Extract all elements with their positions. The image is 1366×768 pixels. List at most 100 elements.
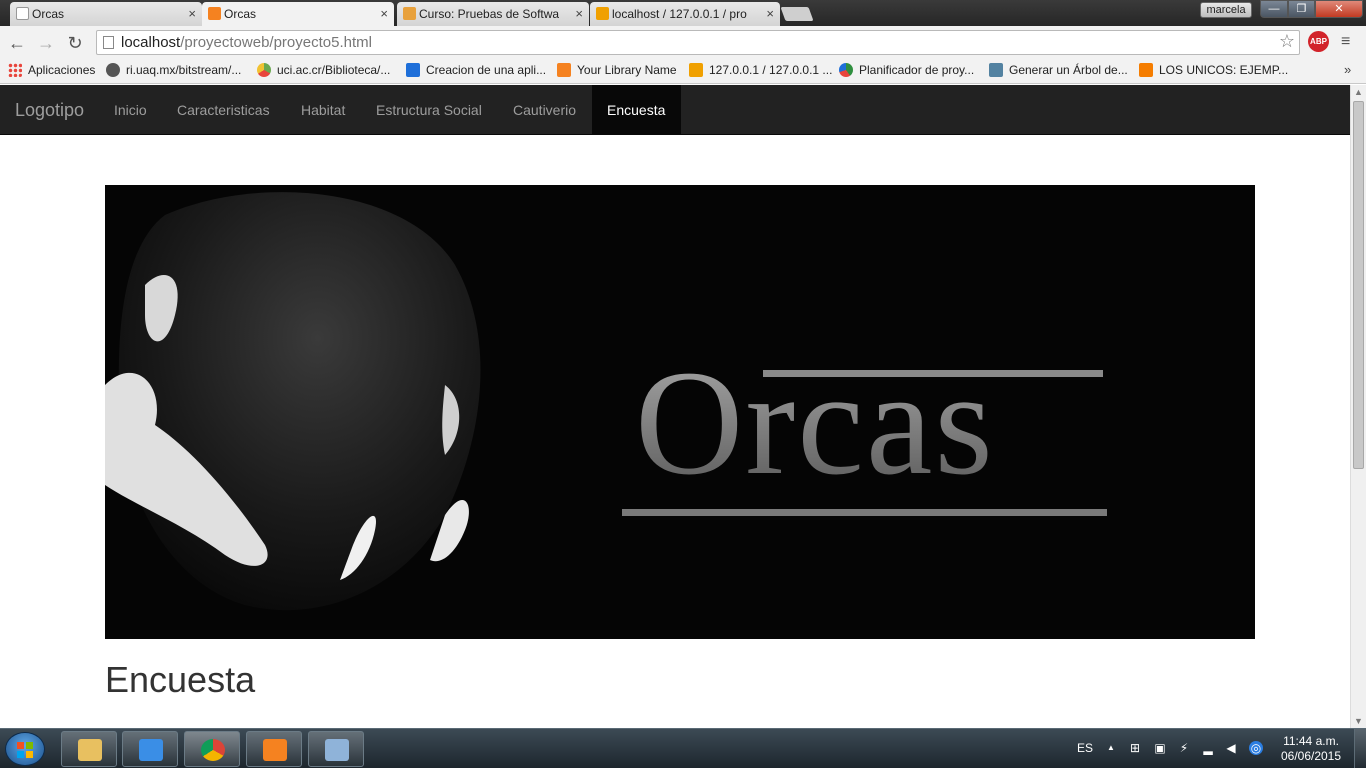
scroll-down-arrow-icon[interactable]: ▼ [1354, 716, 1363, 726]
nav-estructura-social[interactable]: Estructura Social [361, 85, 497, 135]
bookmark-label: Generar un Árbol de... [1009, 63, 1128, 77]
tab-orcas-2[interactable]: Orcas × [202, 2, 394, 26]
clock-time: 11:44 a.m. [1283, 734, 1339, 748]
user-profile-badge[interactable]: marcela [1200, 2, 1252, 18]
tab-label: Orcas [32, 7, 65, 21]
tray-expand-icon[interactable]: ▲ [1104, 741, 1118, 755]
taskbar-paint[interactable] [308, 731, 364, 767]
bookmark-aplicaciones[interactable]: Aplicaciones [8, 63, 95, 77]
scroll-thumb[interactable] [1353, 101, 1364, 469]
chrome-menu-icon[interactable]: ≡ [1341, 32, 1357, 52]
page-scrollbar[interactable]: ▲ ▼ [1350, 85, 1366, 728]
browser-toolbar: ← → ↻ localhost/proyectoweb/proyecto5.ht… [0, 26, 1366, 59]
hero-title: Orcas [635, 340, 995, 506]
paint-icon [325, 739, 349, 761]
scroll-up-arrow-icon[interactable]: ▲ [1354, 87, 1363, 97]
minimize-button[interactable]: — [1260, 0, 1288, 18]
site-brand[interactable]: Logotipo [15, 100, 84, 121]
forward-button[interactable]: → [35, 32, 57, 54]
site-navbar: Logotipo Inicio Caracteristicas Habitat … [0, 85, 1350, 135]
xampp-icon [208, 7, 221, 20]
start-button[interactable] [5, 732, 45, 766]
language-indicator[interactable]: ES [1077, 741, 1093, 755]
bookmarks-overflow-button[interactable]: » [1344, 62, 1351, 77]
nav-cautiverio[interactable]: Cautiverio [498, 85, 591, 135]
bookmark-blue-icon [406, 63, 420, 77]
bookmark-ri-uaq[interactable]: ri.uaq.mx/bitstream/... [106, 63, 241, 77]
url-path: /proyectoweb/proyecto5.html [180, 34, 372, 51]
bookmark-label: ri.uaq.mx/bitstream/... [126, 63, 242, 77]
taskbar-clock[interactable]: 11:44 a.m. 06/06/2015 [1278, 734, 1344, 764]
address-bar[interactable]: localhost/proyectoweb/proyecto5.html ☆ [96, 30, 1300, 55]
nav-inicio[interactable]: Inicio [99, 85, 162, 135]
taskbar-media-player[interactable] [122, 731, 178, 767]
windows-taskbar: ES ▲ ⊞ ▣ ⚡ ▂ ◀ ◎ 11:44 a.m. 06/06/2015 [0, 728, 1366, 768]
taskbar-file-explorer[interactable] [61, 731, 117, 767]
hero-rule-bottom [622, 509, 1107, 516]
page-icon [103, 36, 114, 49]
app-tray-icon[interactable]: ◎ [1249, 741, 1263, 755]
reload-button[interactable]: ↻ [64, 32, 86, 54]
moodle-icon [403, 7, 416, 20]
url-host: localhost [121, 34, 181, 51]
signal-icon[interactable]: ▂ [1201, 741, 1215, 755]
page-icon [16, 7, 29, 20]
nav-caracteristicas[interactable]: Caracteristicas [162, 85, 285, 135]
hero-banner: Orcas [105, 185, 1255, 639]
close-tab-icon[interactable]: × [575, 6, 583, 21]
new-tab-button[interactable] [780, 7, 814, 21]
windows-logo-icon [17, 742, 33, 758]
phpmyadmin-icon [689, 63, 703, 77]
nav-encuesta[interactable]: Encuesta [592, 85, 681, 135]
network-warning-icon[interactable]: ▣ [1153, 741, 1167, 755]
maximize-button[interactable]: ❐ [1288, 0, 1315, 18]
tab-orcas-1[interactable]: Orcas × [10, 2, 202, 26]
xampp-icon [263, 739, 287, 761]
bookmark-generar-arbol[interactable]: Generar un Árbol de... [989, 63, 1128, 77]
close-tab-icon[interactable]: × [380, 6, 388, 21]
blogger-icon [1139, 63, 1153, 77]
bookmark-phpmyadmin[interactable]: 127.0.0.1 / 127.0.0.1 ... [689, 63, 832, 77]
close-tab-icon[interactable]: × [766, 6, 774, 21]
power-icon[interactable]: ⚡ [1177, 741, 1191, 755]
bookmark-label: Aplicaciones [28, 63, 96, 77]
xampp-icon [557, 63, 571, 77]
show-desktop-button[interactable] [1354, 729, 1366, 768]
pie-icon [839, 63, 853, 77]
clock-date: 06/06/2015 [1280, 749, 1342, 763]
bookmark-label: 127.0.0.1 / 127.0.0.1 ... [709, 63, 833, 77]
bookmark-label: LOS UNICOS: EJEMP... [1159, 63, 1289, 77]
bookmark-star-icon[interactable]: ☆ [1279, 30, 1295, 53]
bookmark-planificador[interactable]: Planificador de proy... [839, 63, 974, 77]
bookmarks-bar: Aplicaciones ri.uaq.mx/bitstream/... uci… [0, 59, 1366, 84]
bookmark-label: Your Library Name [577, 63, 677, 77]
dspace-icon [106, 63, 120, 77]
taskbar-xampp[interactable] [246, 731, 302, 767]
tab-curso-pruebas[interactable]: Curso: Pruebas de Softwa × [397, 2, 589, 26]
apps-grid-icon [8, 63, 22, 77]
bookmark-label: uci.ac.cr/Biblioteca/... [277, 63, 391, 77]
chrome-icon [201, 739, 225, 761]
bookmark-los-unicos[interactable]: LOS UNICOS: EJEMP... [1139, 63, 1288, 77]
close-tab-icon[interactable]: × [188, 6, 196, 21]
tab-label: localhost / 127.0.0.1 / pro [612, 7, 747, 21]
bookmark-uci[interactable]: uci.ac.cr/Biblioteca/... [257, 63, 390, 77]
volume-icon[interactable]: ◀ [1224, 741, 1238, 755]
close-window-button[interactable]: ✕ [1315, 0, 1363, 18]
tab-label: Orcas [224, 7, 257, 21]
bookmark-label: Planificador de proy... [859, 63, 975, 77]
action-center-icon[interactable]: ⊞ [1128, 741, 1142, 755]
bookmark-label: Creacion de una apli... [426, 63, 547, 77]
tab-phpmyadmin[interactable]: localhost / 127.0.0.1 / pro × [590, 2, 780, 26]
phpmyadmin-icon [596, 7, 609, 20]
taskbar-chrome[interactable] [184, 731, 240, 767]
bookmark-your-library[interactable]: Your Library Name [557, 63, 677, 77]
nav-habitat[interactable]: Habitat [286, 85, 360, 135]
back-button[interactable]: ← [6, 32, 28, 54]
page-title: Encuesta [105, 659, 256, 700]
chrome-like-icon [257, 63, 271, 77]
page-viewport: Logotipo Inicio Caracteristicas Habitat … [0, 85, 1350, 728]
adblock-plus-icon[interactable]: ABP [1308, 31, 1329, 52]
bookmark-creacion[interactable]: Creacion de una apli... [406, 63, 546, 77]
java-icon [989, 63, 1003, 77]
